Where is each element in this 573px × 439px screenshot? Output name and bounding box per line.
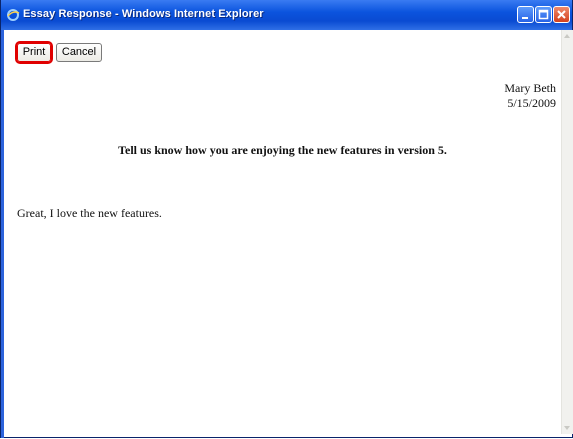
close-button[interactable] xyxy=(553,6,570,23)
title-bar[interactable]: Essay Response - Windows Internet Explor… xyxy=(1,0,572,30)
print-button[interactable]: Print xyxy=(15,41,53,64)
close-icon xyxy=(557,10,566,19)
maximize-button[interactable] xyxy=(535,6,552,23)
maximize-icon xyxy=(538,9,549,20)
essay-answer: Great, I love the new features. xyxy=(17,206,162,220)
window-title: Essay Response - Windows Internet Explor… xyxy=(23,8,264,20)
cancel-button[interactable]: Cancel xyxy=(56,43,102,62)
minimize-button[interactable] xyxy=(517,6,534,23)
scroll-down-icon[interactable] xyxy=(564,426,570,430)
window-border xyxy=(1,30,4,438)
scroll-up-icon[interactable] xyxy=(564,34,570,38)
author-name: Mary Beth xyxy=(504,81,556,95)
author-block: Mary Beth 5/15/2009 xyxy=(504,81,556,111)
browser-window: Essay Response - Windows Internet Explor… xyxy=(0,0,573,438)
response-date: 5/15/2009 xyxy=(507,96,556,110)
ie-icon xyxy=(6,8,20,22)
page-content: Print Cancel Mary Beth 5/15/2009 Tell us… xyxy=(5,30,560,434)
vertical-scrollbar[interactable] xyxy=(561,30,573,434)
essay-question: Tell us know how you are enjoying the ne… xyxy=(118,143,447,157)
minimize-icon xyxy=(522,17,528,19)
